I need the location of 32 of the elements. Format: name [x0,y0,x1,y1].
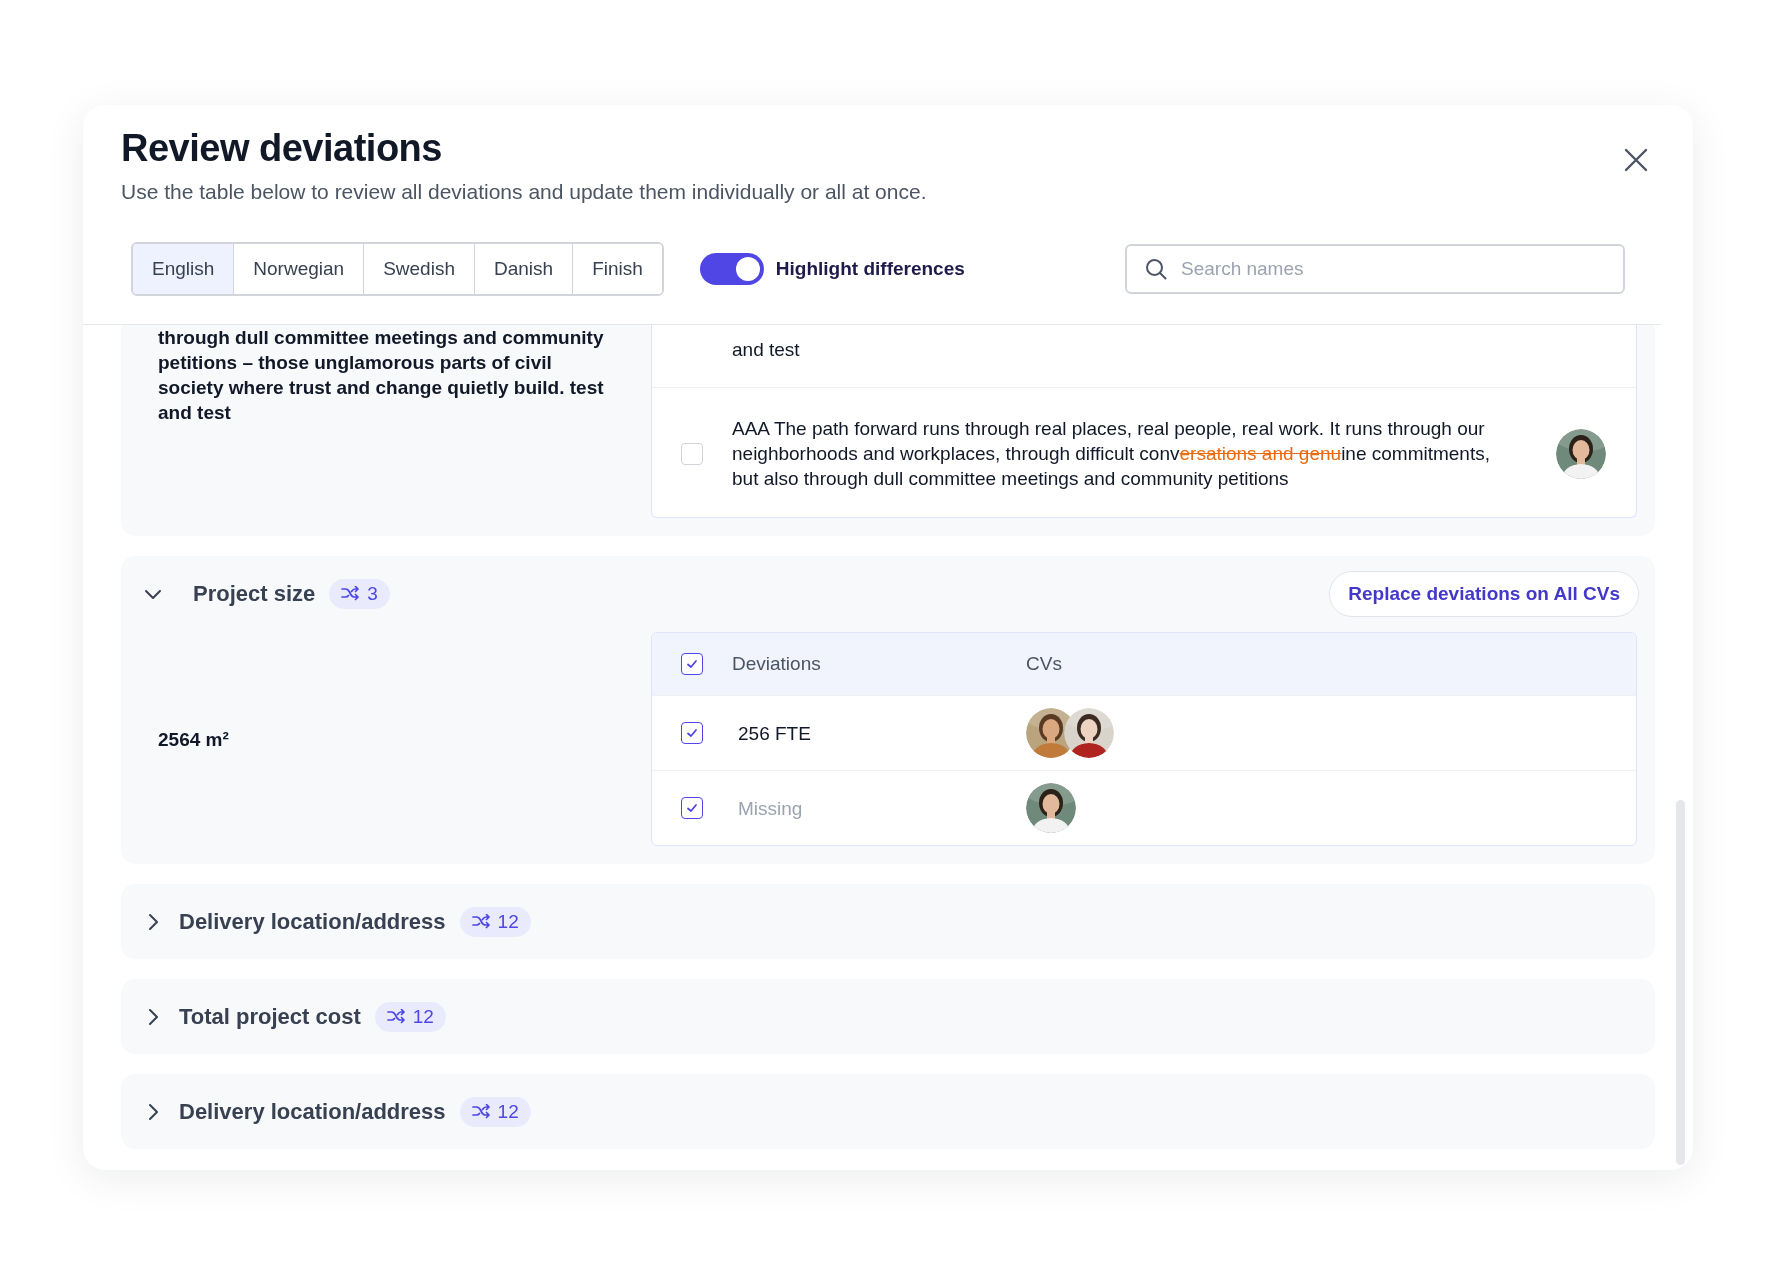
scrollbar[interactable] [1676,800,1685,1165]
search-icon [1145,258,1167,280]
deviation-text: and test [732,337,801,362]
deviation-text: AAA The path forward runs through real places, real people, real work. It runs through our neighborhoods and workplaces, through difficult conversations and genuine commitments, but also through dull committee meetings and community petitions [732,417,1491,491]
section-title: Total project cost [179,1003,361,1030]
language-tab[interactable]: English [133,244,234,294]
count-badge: 12 [374,1001,446,1032]
deviation-text: Missing [737,796,804,821]
check-icon [685,726,699,740]
toggle-switch[interactable] [699,253,764,285]
dialog-title: Review deviations [121,127,443,170]
check-icon [685,657,699,671]
search-field[interactable]: Search names [1125,244,1625,294]
replace-button[interactable]: Replace deviations on All CVs [1329,571,1639,617]
count-badge: 3 [329,579,390,609]
section-title: Project size [193,581,316,607]
source-value: 2564 m² [158,727,230,752]
dialog-subtitle: Use the table below to review all deviations and update them individually or all at once. [121,180,927,204]
checkbox[interactable] [681,653,703,675]
count-badge: 12 [459,1096,531,1127]
deviation-text: 256 FTE [737,721,812,746]
language-tab[interactable]: Finish [572,244,662,294]
checkbox[interactable] [681,722,703,744]
section-title: Delivery location/address [179,1098,446,1125]
check-icon [685,801,699,815]
section-title: Delivery location/address [179,908,446,935]
count-badge: 12 [459,906,531,937]
source-value: through dull committee meetings and community petitions – those unglamorous parts of civil society where trust and change quietly build. test and test [158,326,605,425]
column-header: Deviations [732,653,822,675]
checkbox[interactable] [681,797,703,819]
toggle-label: Highlight differences [775,258,965,280]
column-header: CVs [1026,653,1063,675]
